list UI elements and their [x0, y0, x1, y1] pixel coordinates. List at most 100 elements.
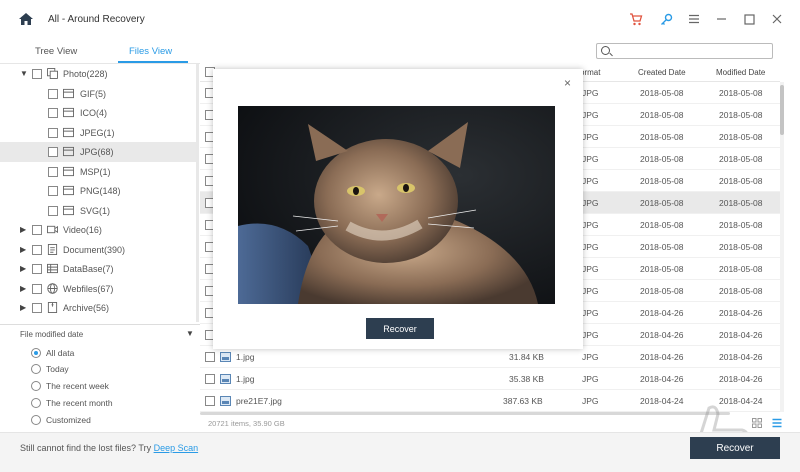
checkbox[interactable] [32, 69, 42, 79]
cell-name: 1.jpg [236, 374, 255, 384]
cell-format: JPG [582, 88, 599, 98]
tree-item-document[interactable]: ▶ Document(390) [0, 240, 198, 260]
photo-icon [47, 68, 58, 79]
cell-created: 2018-05-08 [640, 132, 684, 142]
image-file-icon [63, 205, 74, 215]
cart-icon[interactable] [628, 11, 644, 27]
footer-message: Still cannot find the lost files? Try De… [20, 443, 198, 453]
radio-customized[interactable] [31, 415, 41, 425]
radio-today[interactable] [31, 364, 41, 374]
checkbox[interactable] [32, 225, 42, 235]
list-view-icon[interactable] [772, 418, 782, 428]
chevron-right-icon[interactable]: ▶ [20, 225, 26, 234]
cell-name: pre21E7.jpg [236, 396, 282, 406]
cell-format: JPG [582, 176, 599, 186]
item-count-status: 20721 items, 35.90 GB [208, 419, 285, 428]
chevron-right-icon[interactable]: ▶ [20, 284, 26, 293]
checkbox[interactable] [48, 127, 58, 138]
tree-item-database[interactable]: ▶ DataBase(7) [0, 259, 198, 279]
cell-created: 2018-05-08 [640, 264, 684, 274]
checkbox[interactable] [48, 166, 58, 177]
radio-recent-week[interactable] [31, 381, 41, 391]
image-file-icon [63, 166, 74, 176]
recover-button[interactable]: Recover [690, 437, 780, 459]
checkbox[interactable] [32, 264, 42, 274]
cell-size: 35.38 KB [509, 374, 544, 384]
checkbox[interactable] [32, 244, 42, 255]
key-icon[interactable] [658, 11, 674, 27]
tree-item-archive[interactable]: ▶ Archive(56) [0, 298, 198, 318]
cell-format: JPG [582, 396, 599, 406]
cell-format: JPG [582, 352, 599, 362]
cell-format: JPG [582, 374, 599, 384]
radio-recent-month[interactable] [31, 398, 41, 408]
checkbox[interactable] [32, 303, 42, 313]
cell-format: JPG [582, 110, 599, 120]
tree-item-gif[interactable]: GIF(5) [0, 84, 198, 104]
checkbox[interactable] [48, 186, 58, 196]
close-icon[interactable] [769, 11, 785, 27]
cell-size: 31.84 KB [509, 352, 544, 362]
row-checkbox[interactable] [205, 396, 215, 406]
tree-item-png[interactable]: PNG(148) [0, 181, 198, 201]
cell-modified: 2018-05-08 [719, 286, 763, 296]
cell-format: JPG [582, 242, 599, 252]
date-filter-title: File modified date [20, 330, 84, 339]
chevron-down-icon[interactable]: ▼ [186, 329, 194, 338]
cell-format: JPG [582, 154, 599, 164]
cell-created: 2018-05-08 [640, 198, 684, 208]
cell-modified: 2018-05-08 [719, 198, 763, 208]
checkbox[interactable] [48, 205, 58, 216]
tree-item-svg[interactable]: SVG(1) [0, 201, 198, 221]
menu-icon[interactable] [686, 11, 702, 27]
chevron-right-icon[interactable]: ▶ [20, 245, 26, 254]
search-input[interactable] [596, 43, 773, 59]
tree-item-label: JPEG(1) [80, 127, 115, 138]
row-checkbox[interactable] [205, 374, 215, 384]
document-icon [47, 243, 58, 255]
deep-scan-link[interactable]: Deep Scan [154, 443, 199, 453]
minimize-icon[interactable] [713, 11, 729, 27]
scrollbar-thumb[interactable] [780, 85, 784, 135]
table-horizontal-scrollbar[interactable] [200, 412, 730, 415]
chevron-right-icon[interactable]: ▶ [20, 303, 26, 312]
tree-item-label: Video(16) [63, 225, 102, 235]
modal-recover-button[interactable]: Recover [366, 318, 434, 339]
tree-item-label: DataBase(7) [63, 264, 114, 274]
cat-photo-preview [238, 106, 555, 304]
radio-all-data[interactable] [31, 348, 41, 358]
tree-item-label: Photo(228) [63, 69, 108, 79]
maximize-icon[interactable] [741, 11, 757, 27]
tree-scrollbar[interactable] [196, 64, 199, 322]
table-row[interactable]: 1.jpg 31.84 KB JPG 2018-04-26 2018-04-26 [200, 346, 780, 368]
home-icon[interactable] [18, 12, 34, 26]
cell-modified: 2018-04-26 [719, 352, 763, 362]
tree-item-webfiles[interactable]: ▶ Webfiles(67) [0, 279, 198, 299]
cell-format: JPG [582, 330, 599, 340]
checkbox[interactable] [32, 283, 42, 294]
database-icon [47, 263, 58, 274]
tab-files-view[interactable]: Files View [129, 46, 172, 57]
chevron-right-icon[interactable]: ▶ [20, 264, 26, 273]
cell-created: 2018-04-26 [640, 352, 684, 362]
chevron-down-icon[interactable]: ▼ [20, 69, 28, 78]
cell-format: JPG [582, 198, 599, 208]
footer-text: Still cannot find the lost files? Try [20, 443, 154, 453]
table-row[interactable]: 1.jpg 35.38 KB JPG 2018-04-26 2018-04-26 [200, 368, 780, 390]
tree-item-jpg[interactable]: JPG(68) [0, 142, 198, 162]
row-checkbox[interactable] [205, 352, 215, 362]
tree-item-label: GIF(5) [80, 88, 106, 99]
tree-item-msp[interactable]: MSP(1) [0, 162, 198, 182]
checkbox[interactable] [48, 88, 58, 99]
checkbox[interactable] [48, 108, 58, 118]
radio-label: Customized [46, 415, 91, 425]
tree-item-video[interactable]: ▶ Video(16) [0, 220, 198, 240]
tree-item-photo[interactable]: ▼ Photo(228) [0, 64, 198, 84]
file-type-tree: ▼ Photo(228) GIF(5) ICO(4) JPEG(1) JPG(6… [0, 64, 198, 322]
close-icon[interactable]: × [564, 76, 571, 90]
tab-tree-view[interactable]: Tree View [35, 46, 77, 57]
tree-item-ico[interactable]: ICO(4) [0, 103, 198, 123]
checkbox[interactable] [48, 147, 58, 157]
image-thumbnail-icon [220, 374, 231, 384]
tree-item-jpeg[interactable]: JPEG(1) [0, 123, 198, 143]
